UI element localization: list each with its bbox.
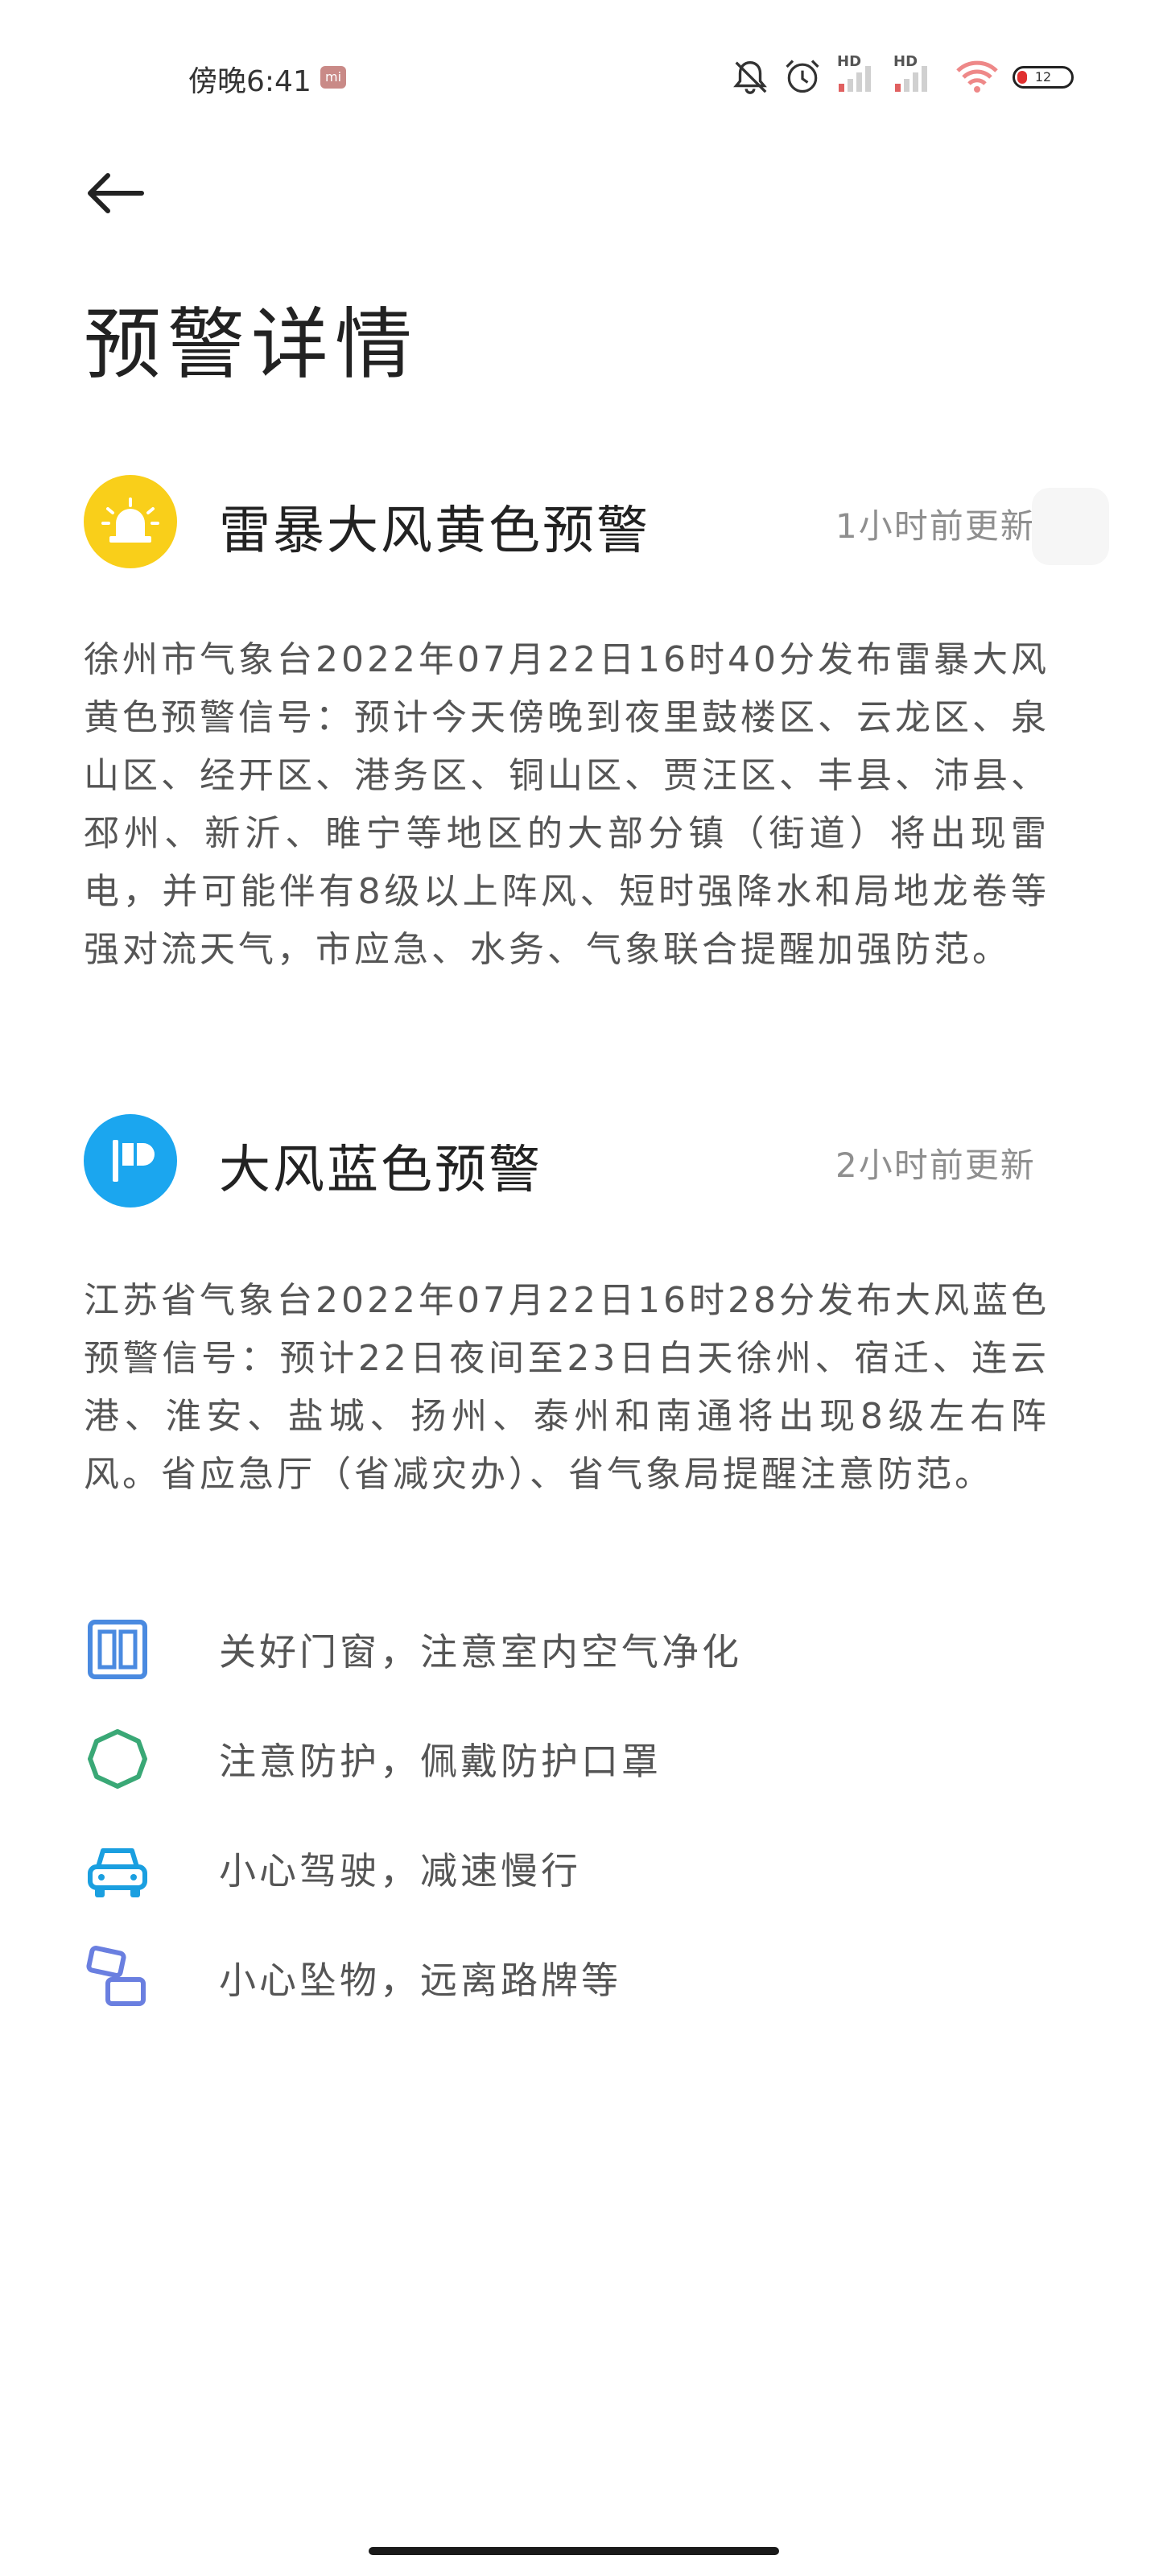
mi-notification-badge: mi [320,66,346,89]
tip-item: 小心驾驶，减速慢行 [84,1832,581,1905]
battery-level: 12 [1034,69,1052,85]
tip-text: 小心驾驶，减速慢行 [219,1849,581,1893]
battery-icon: 12 [1013,66,1074,89]
alert-icon-blue [84,1114,177,1208]
wifi-icon [956,60,998,93]
tip-text: 关好门窗，注意室内空气净化 [219,1630,742,1674]
tip-item: 小心坠物，远离路牌等 [84,1942,621,2014]
hint-overlay [1032,488,1109,565]
back-arrow-icon[interactable] [84,169,148,217]
signal-hd-icon: HD [890,53,935,97]
alarm-icon [786,60,819,93]
tip-item: 注意防护，佩戴防护口罩 [84,1723,662,1795]
alert-updated-time: 2小时前更新 [835,1146,1036,1185]
tip-text: 小心坠物，远离路牌等 [219,1959,621,2002]
signal-hd-icon: HD [834,53,879,97]
mute-bell-icon [733,61,767,94]
alarm-light-icon [101,497,159,543]
alert-updated-time: 1小时前更新 [835,506,1036,546]
tip-item: 关好门窗，注意室内空气净化 [84,1613,742,1686]
home-indicator[interactable] [369,2547,779,2555]
status-time: 傍晚6:41 [188,65,311,98]
alert-icon-yellow [84,475,177,568]
alert-title: 雷暴大风黄色预警 [219,502,650,561]
car-icon [84,1835,151,1902]
wind-flag-icon [113,1140,155,1182]
alert-description: 徐州市气象台2022年07月22日16时40分发布雷暴大风黄色预警信号：预计今天… [84,639,1050,970]
tip-text: 注意防护，佩戴防护口罩 [219,1740,662,1783]
falling-objects-icon [84,1944,151,2012]
mask-icon [84,1725,151,1793]
alert-title: 大风蓝色预警 [219,1141,542,1200]
page-title: 预警详情 [84,299,419,390]
alert-description: 江苏省气象台2022年07月22日16时28分发布大风蓝色预警信号：预计22日夜… [84,1280,1050,1495]
window-icon [84,1616,151,1683]
